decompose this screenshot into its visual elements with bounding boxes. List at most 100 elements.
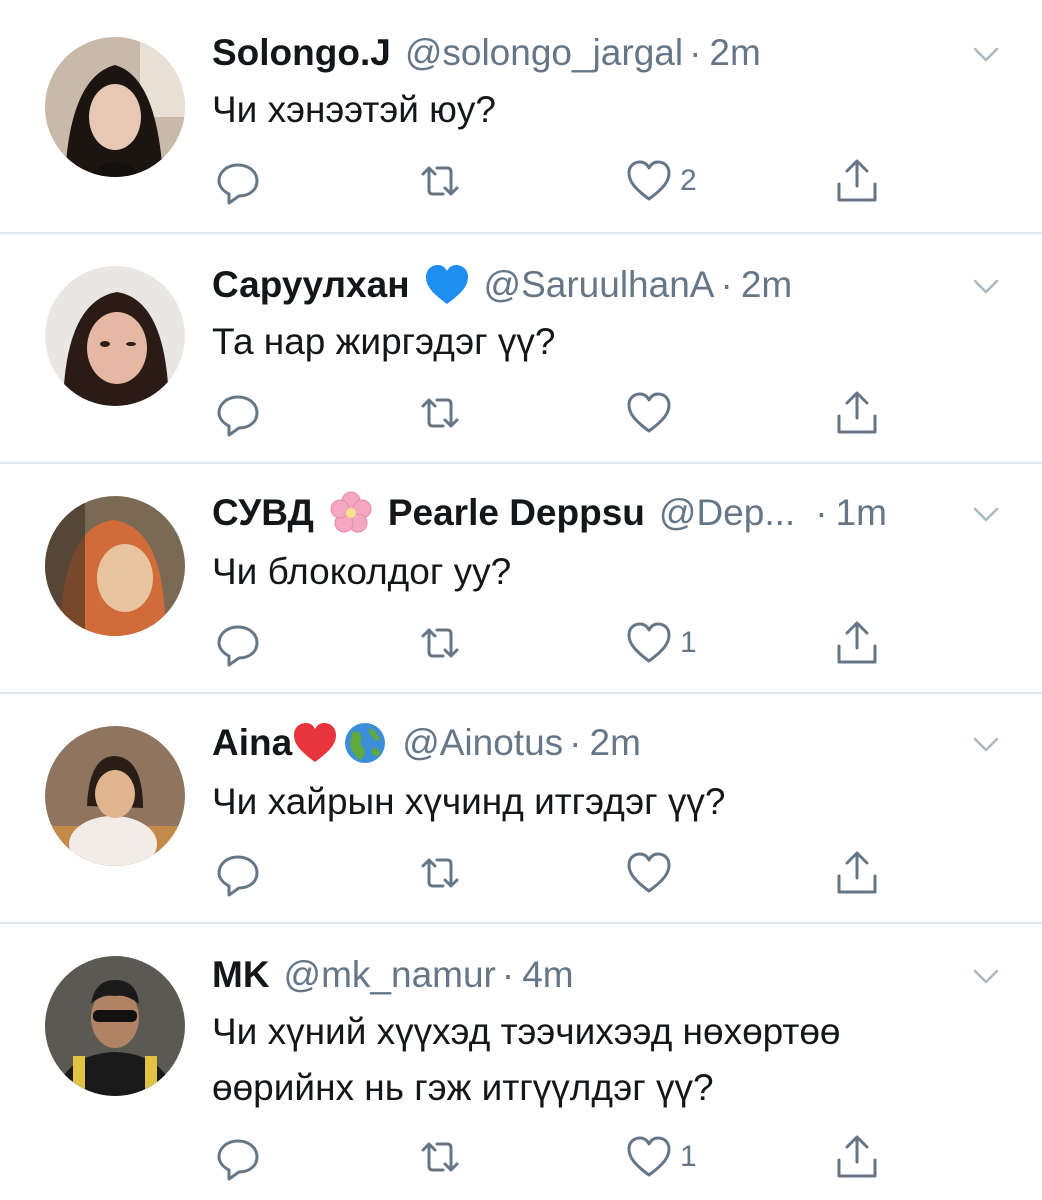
reply-icon bbox=[213, 848, 263, 898]
display-name[interactable]: Aina bbox=[212, 718, 292, 768]
separator-dot: · bbox=[815, 492, 828, 533]
display-name-secondary[interactable]: Pearle Deppsu bbox=[388, 488, 645, 538]
tweet-text-line: Чи хүний хүүхэд тээчихээд нөхөртөө bbox=[212, 1011, 841, 1052]
tweet-header: Саруулхан @SaruulhanA · 2m bbox=[212, 260, 792, 310]
tweet-text: Чи хүний хүүхэд тээчихээд нөхөртөө өөрий… bbox=[212, 1004, 992, 1116]
tweet-feed: Solongo.J @solongo_jargal · 2m Чи хэнээт… bbox=[0, 0, 1042, 1200]
avatar[interactable] bbox=[45, 956, 185, 1096]
user-handle[interactable]: @mk_namur bbox=[284, 950, 496, 1000]
reply-button[interactable] bbox=[213, 617, 263, 669]
like-icon bbox=[624, 848, 674, 898]
tweet-actions: 2 bbox=[0, 155, 1042, 207]
avatar[interactable] bbox=[45, 726, 185, 866]
display-name[interactable]: Саруулхан bbox=[212, 260, 410, 310]
like-icon bbox=[624, 1132, 674, 1182]
retweet-button[interactable] bbox=[415, 1131, 465, 1183]
retweet-icon bbox=[415, 848, 465, 898]
retweet-icon bbox=[415, 1132, 465, 1182]
tweet-text-line: өөрийнх нь гэж итгүүлдэг үү? bbox=[212, 1067, 714, 1108]
cherry-blossom-emoji bbox=[328, 490, 374, 536]
tweet-text: Чи блоколдог уу? bbox=[212, 551, 512, 592]
like-button[interactable]: 1 bbox=[624, 1131, 697, 1183]
reply-button[interactable] bbox=[213, 387, 263, 439]
like-count: 2 bbox=[680, 164, 697, 197]
share-button[interactable] bbox=[832, 847, 882, 899]
reply-button[interactable] bbox=[213, 155, 263, 207]
user-handle[interactable]: @Dep... bbox=[659, 488, 795, 538]
like-button[interactable]: 1 bbox=[624, 617, 697, 669]
retweet-button[interactable] bbox=[415, 617, 465, 669]
separator-dot: · bbox=[689, 32, 702, 73]
tweet[interactable]: Aina @Ainotus · 2m Чи хайрын хүчинд итгэ… bbox=[0, 694, 1042, 922]
retweet-icon bbox=[415, 156, 465, 206]
chevron-down-icon[interactable] bbox=[968, 36, 1004, 72]
timestamp[interactable]: 2m bbox=[709, 28, 760, 78]
share-button[interactable] bbox=[832, 387, 882, 439]
retweet-icon bbox=[415, 388, 465, 438]
tweet-text: Та нар жиргэдэг үү? bbox=[212, 321, 556, 362]
avatar[interactable] bbox=[45, 266, 185, 406]
red-heart-emoji bbox=[292, 720, 338, 766]
tweet-header: Aina @Ainotus · 2m bbox=[212, 718, 641, 768]
reply-button[interactable] bbox=[213, 847, 263, 899]
like-icon bbox=[624, 618, 674, 668]
separator-dot: · bbox=[569, 722, 582, 763]
timestamp[interactable]: 4m bbox=[522, 950, 573, 1000]
share-icon bbox=[832, 1132, 882, 1182]
avatar[interactable] bbox=[45, 496, 185, 636]
globe-emoji bbox=[342, 720, 388, 766]
tweet-actions: 1 bbox=[0, 1131, 1042, 1183]
timestamp[interactable]: 2m bbox=[741, 260, 792, 310]
reply-icon bbox=[213, 1132, 263, 1182]
share-icon bbox=[832, 388, 882, 438]
blue-heart-emoji bbox=[424, 262, 470, 308]
tweet-actions bbox=[0, 387, 1042, 439]
tweet[interactable]: MK @mk_namur · 4m Чи хүний хүүхэд тээчих… bbox=[0, 924, 1042, 1200]
tweet-header: MK @mk_namur · 4m bbox=[212, 950, 574, 1000]
user-handle[interactable]: @Ainotus bbox=[402, 718, 563, 768]
retweet-button[interactable] bbox=[415, 155, 465, 207]
share-button[interactable] bbox=[832, 617, 882, 669]
tweet[interactable]: Solongo.J @solongo_jargal · 2m Чи хэнээт… bbox=[0, 0, 1042, 232]
tweet-text: Чи хайрын хүчинд итгэдэг үү? bbox=[212, 781, 726, 822]
share-icon bbox=[832, 156, 882, 206]
chevron-down-icon[interactable] bbox=[968, 268, 1004, 304]
timestamp[interactable]: 2m bbox=[590, 718, 641, 768]
retweet-button[interactable] bbox=[415, 387, 465, 439]
separator-dot: · bbox=[720, 264, 733, 305]
user-handle[interactable]: @solongo_jargal bbox=[405, 28, 683, 78]
share-button[interactable] bbox=[832, 155, 882, 207]
reply-button[interactable] bbox=[213, 1131, 263, 1183]
like-count: 1 bbox=[680, 1140, 697, 1173]
user-handle[interactable]: @SaruulhanA bbox=[484, 260, 715, 310]
retweet-icon bbox=[415, 618, 465, 668]
like-button[interactable]: 2 bbox=[624, 155, 697, 207]
chevron-down-icon[interactable] bbox=[968, 958, 1004, 994]
chevron-down-icon[interactable] bbox=[968, 496, 1004, 532]
share-button[interactable] bbox=[832, 1131, 882, 1183]
separator-dot: · bbox=[501, 954, 515, 995]
reply-icon bbox=[213, 156, 263, 206]
like-button[interactable] bbox=[624, 847, 674, 899]
tweet[interactable]: СУВД Pearle Deppsu @Dep... · 1m Чи блоко… bbox=[0, 464, 1042, 692]
display-name[interactable]: СУВД bbox=[212, 488, 314, 538]
timestamp[interactable]: 1m bbox=[836, 488, 887, 538]
like-icon bbox=[624, 156, 674, 206]
retweet-button[interactable] bbox=[415, 847, 465, 899]
tweet-text: Чи хэнээтэй юу? bbox=[212, 89, 496, 130]
tweet-header: СУВД Pearle Deppsu @Dep... · 1m bbox=[212, 488, 887, 538]
tweet-actions: 1 bbox=[0, 617, 1042, 669]
like-count: 1 bbox=[680, 626, 697, 659]
reply-icon bbox=[213, 388, 263, 438]
chevron-down-icon[interactable] bbox=[968, 726, 1004, 762]
display-name[interactable]: Solongo.J bbox=[212, 28, 391, 78]
display-name[interactable]: MK bbox=[212, 950, 270, 1000]
like-button[interactable] bbox=[624, 387, 674, 439]
tweet-header: Solongo.J @solongo_jargal · 2m bbox=[212, 28, 761, 78]
like-icon bbox=[624, 388, 674, 438]
share-icon bbox=[832, 848, 882, 898]
reply-icon bbox=[213, 618, 263, 668]
tweet-actions bbox=[0, 847, 1042, 899]
tweet[interactable]: Саруулхан @SaruulhanA · 2m Та нар жиргэд… bbox=[0, 234, 1042, 462]
share-icon bbox=[832, 618, 882, 668]
